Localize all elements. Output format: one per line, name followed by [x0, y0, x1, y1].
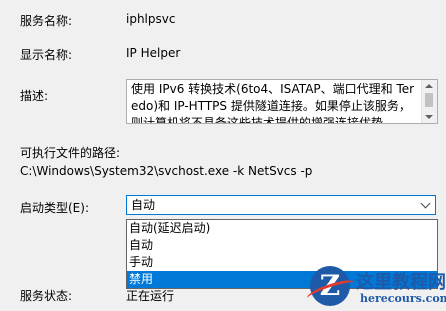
chevron-down-icon[interactable]: [420, 198, 431, 209]
scroll-down-icon[interactable]: [425, 115, 433, 119]
display-name-label: 显示名称:: [20, 48, 73, 62]
watermark-title: 这里教程网: [356, 272, 446, 293]
executable-path-label: 可执行文件的路径:: [20, 146, 121, 160]
service-status-value: 正在运行: [126, 289, 175, 303]
site-watermark: Z 这里教程网 herecours.com: [300, 262, 446, 311]
description-scrollbar[interactable]: [421, 80, 437, 123]
startup-type-select[interactable]: 自动: [126, 195, 436, 215]
startup-type-label: 启动类型(E):: [20, 201, 89, 215]
service-status-label: 服务状态:: [20, 289, 73, 303]
watermark-url: herecours.com: [360, 292, 446, 305]
startup-option-auto[interactable]: 自动: [127, 237, 437, 254]
description-label: 描述:: [20, 89, 49, 103]
scroll-thumb[interactable]: [425, 93, 433, 107]
display-name-value: IP Helper: [126, 46, 181, 60]
service-name-value: iphlpsvc: [126, 12, 176, 26]
description-text: 使用 IPv6 转换技术(6to4、ISATAP、端口代理和 Teredo)和 …: [131, 82, 415, 124]
startup-type-selected-value: 自动: [131, 198, 156, 212]
scroll-up-icon[interactable]: [425, 84, 433, 88]
startup-option-delayed-auto[interactable]: 自动(延迟启动): [127, 220, 437, 237]
description-textbox[interactable]: 使用 IPv6 转换技术(6to4、ISATAP、端口代理和 Teredo)和 …: [126, 79, 438, 124]
service-name-label: 服务名称:: [20, 14, 73, 28]
executable-path-value: C:\Windows\System32\svchost.exe -k NetSv…: [20, 164, 313, 178]
